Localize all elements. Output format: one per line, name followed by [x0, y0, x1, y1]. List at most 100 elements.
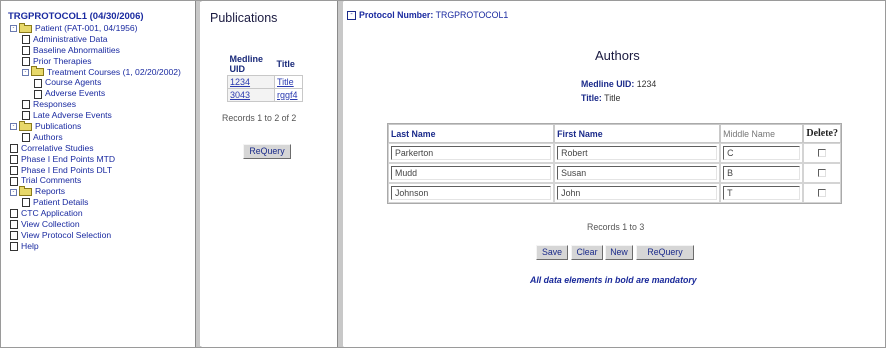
tree-node[interactable]: Phase I End Points MTD	[10, 154, 195, 165]
records-count: Records 1 to 2 of 2	[222, 113, 297, 123]
publications-table: Medline UID Title 1234 Title 3043 rggf4	[227, 53, 303, 102]
uid-cell: 3043	[227, 88, 275, 102]
new-button[interactable]: New	[605, 245, 633, 260]
column-header-middle-name: Middle Name	[720, 124, 804, 143]
title-line: Title: Title	[581, 93, 620, 103]
tree-node[interactable]: Phase I End Points DLT	[10, 165, 195, 176]
tree-node-label[interactable]: Adverse Events	[45, 88, 105, 98]
title-link[interactable]: rggf4	[277, 90, 298, 100]
tree-node[interactable]: Trial Comments	[10, 175, 195, 186]
clear-button[interactable]: Clear	[571, 245, 603, 260]
tree-node[interactable]: Patient Details	[10, 197, 195, 208]
uid-link[interactable]: 3043	[230, 90, 250, 100]
delete-cell	[803, 163, 841, 183]
tree-node-label[interactable]: Authors	[33, 132, 63, 142]
collapse-toggle-icon[interactable]: -	[347, 11, 356, 21]
tree-node-label[interactable]: Phase I End Points MTD	[21, 154, 115, 164]
first-name-field[interactable]: Susan	[557, 166, 718, 180]
tree-node[interactable]: Course Agents	[10, 77, 195, 88]
last-name-cell: Johnson	[388, 183, 555, 203]
tree-node[interactable]: Correlative Studies	[10, 143, 195, 154]
save-button[interactable]: Save	[536, 245, 568, 260]
protocol-number-value: TRGPROTOCOL1	[435, 10, 509, 20]
table-row: Parkerton Robert C	[388, 143, 841, 163]
publications-pane: Publications Medline UID Title 1234 Titl…	[200, 2, 337, 346]
tree-node-label[interactable]: Patient (FAT-001, 04/1956)	[35, 23, 138, 33]
tree-node[interactable]: View Collection	[10, 219, 195, 230]
first-name-cell: John	[554, 183, 721, 203]
document-icon	[34, 78, 42, 88]
document-icon	[22, 198, 30, 208]
tree-node[interactable]: Prior Therapies	[10, 56, 195, 67]
middle-name-field[interactable]: C	[723, 146, 801, 160]
folder-icon	[19, 22, 32, 33]
document-icon	[10, 165, 18, 175]
tree-node-label[interactable]: View Protocol Selection	[21, 230, 111, 240]
column-header-last-name: Last Name	[388, 124, 555, 143]
column-header-first-name: First Name	[554, 124, 721, 143]
tree-node[interactable]: Late Adverse Events	[10, 110, 195, 121]
middle-name-field[interactable]: T	[723, 186, 801, 200]
tree-node[interactable]: Adverse Events	[10, 88, 195, 99]
authors-detail-pane: - Protocol Number: TRGPROTOCOL1 Authors M…	[343, 2, 884, 346]
tree-node-label[interactable]: Responses	[33, 99, 76, 109]
tree-node-label[interactable]: Correlative Studies	[21, 143, 94, 153]
tree-node-label[interactable]: Publications	[35, 121, 81, 131]
requery-button[interactable]: ReQuery	[636, 245, 694, 260]
folder-icon	[19, 186, 32, 197]
tree-node[interactable]: - Publications	[10, 120, 195, 132]
middle-name-field[interactable]: B	[723, 166, 801, 180]
tree-node-label[interactable]: Administrative Data	[33, 34, 108, 44]
first-name-field[interactable]: Robert	[557, 146, 718, 160]
navigation-tree: - Patient (FAT-001, 04/1956) Administrativ…	[10, 22, 195, 252]
tree-node-label[interactable]: Phase I End Points DLT	[21, 165, 112, 175]
tree-node-label[interactable]: Reports	[35, 186, 65, 196]
column-header-delete: Delete?	[803, 124, 841, 143]
document-icon	[10, 144, 18, 154]
tree-node-label[interactable]: Trial Comments	[21, 175, 81, 185]
collapse-toggle-icon[interactable]: -	[22, 68, 29, 76]
tree-node-label[interactable]: Prior Therapies	[33, 56, 92, 66]
document-icon	[22, 46, 30, 56]
tree-node-label[interactable]: Help	[21, 241, 39, 251]
tree-node-label[interactable]: Treatment Courses (1, 02/20/2002)	[47, 67, 181, 77]
tree-node[interactable]: View Protocol Selection	[10, 230, 195, 241]
last-name-field[interactable]: Mudd	[391, 166, 552, 180]
medline-uid-label: Medline UID:	[581, 79, 635, 89]
last-name-field[interactable]: Johnson	[391, 186, 552, 200]
tree-node-label[interactable]: Course Agents	[45, 77, 101, 87]
collapse-toggle-icon[interactable]: -	[10, 188, 17, 196]
tree-node-label[interactable]: CTC Application	[21, 208, 83, 218]
folder-icon	[31, 66, 44, 77]
last-name-field[interactable]: Parkerton	[391, 146, 552, 160]
tree-node[interactable]: Baseline Abnormalities	[10, 45, 195, 56]
tree-node[interactable]: Administrative Data	[10, 34, 195, 45]
authors-table: Last Name First Name Middle Name Delete?…	[387, 123, 842, 204]
tree-node[interactable]: Authors	[10, 132, 195, 143]
delete-checkbox[interactable]	[818, 189, 827, 197]
uid-link[interactable]: 1234	[230, 77, 250, 87]
collapse-toggle-icon[interactable]: -	[10, 25, 17, 33]
protocol-number: - Protocol Number: TRGPROTOCOL1	[347, 10, 509, 21]
requery-button[interactable]: ReQuery	[243, 144, 291, 159]
delete-checkbox[interactable]	[818, 149, 827, 157]
tree-node[interactable]: Help	[10, 241, 195, 252]
tree-node-label[interactable]: Late Adverse Events	[33, 110, 112, 120]
document-icon	[34, 89, 42, 99]
first-name-field[interactable]: John	[557, 186, 718, 200]
protocol-tree-title[interactable]: TRGPROTOCOL1 (04/30/2006)	[8, 11, 144, 22]
tree-node-label[interactable]: View Collection	[21, 219, 80, 229]
collapse-toggle-icon[interactable]: -	[10, 123, 17, 131]
tree-node[interactable]: CTC Application	[10, 208, 195, 219]
document-icon	[10, 231, 18, 241]
title-link[interactable]: Title	[277, 77, 294, 87]
publications-title: Publications	[210, 11, 278, 25]
tree-node[interactable]: - Reports	[10, 186, 195, 197]
tree-node[interactable]: - Patient (FAT-001, 04/1956)	[10, 22, 195, 34]
delete-checkbox[interactable]	[818, 169, 827, 177]
tree-node-label[interactable]: Baseline Abnormalities	[33, 45, 120, 55]
tree-node[interactable]: - Treatment Courses (1, 02/20/2002)	[10, 66, 195, 78]
delete-cell	[803, 143, 841, 163]
tree-node[interactable]: Responses	[10, 99, 195, 110]
tree-node-label[interactable]: Patient Details	[33, 197, 88, 207]
